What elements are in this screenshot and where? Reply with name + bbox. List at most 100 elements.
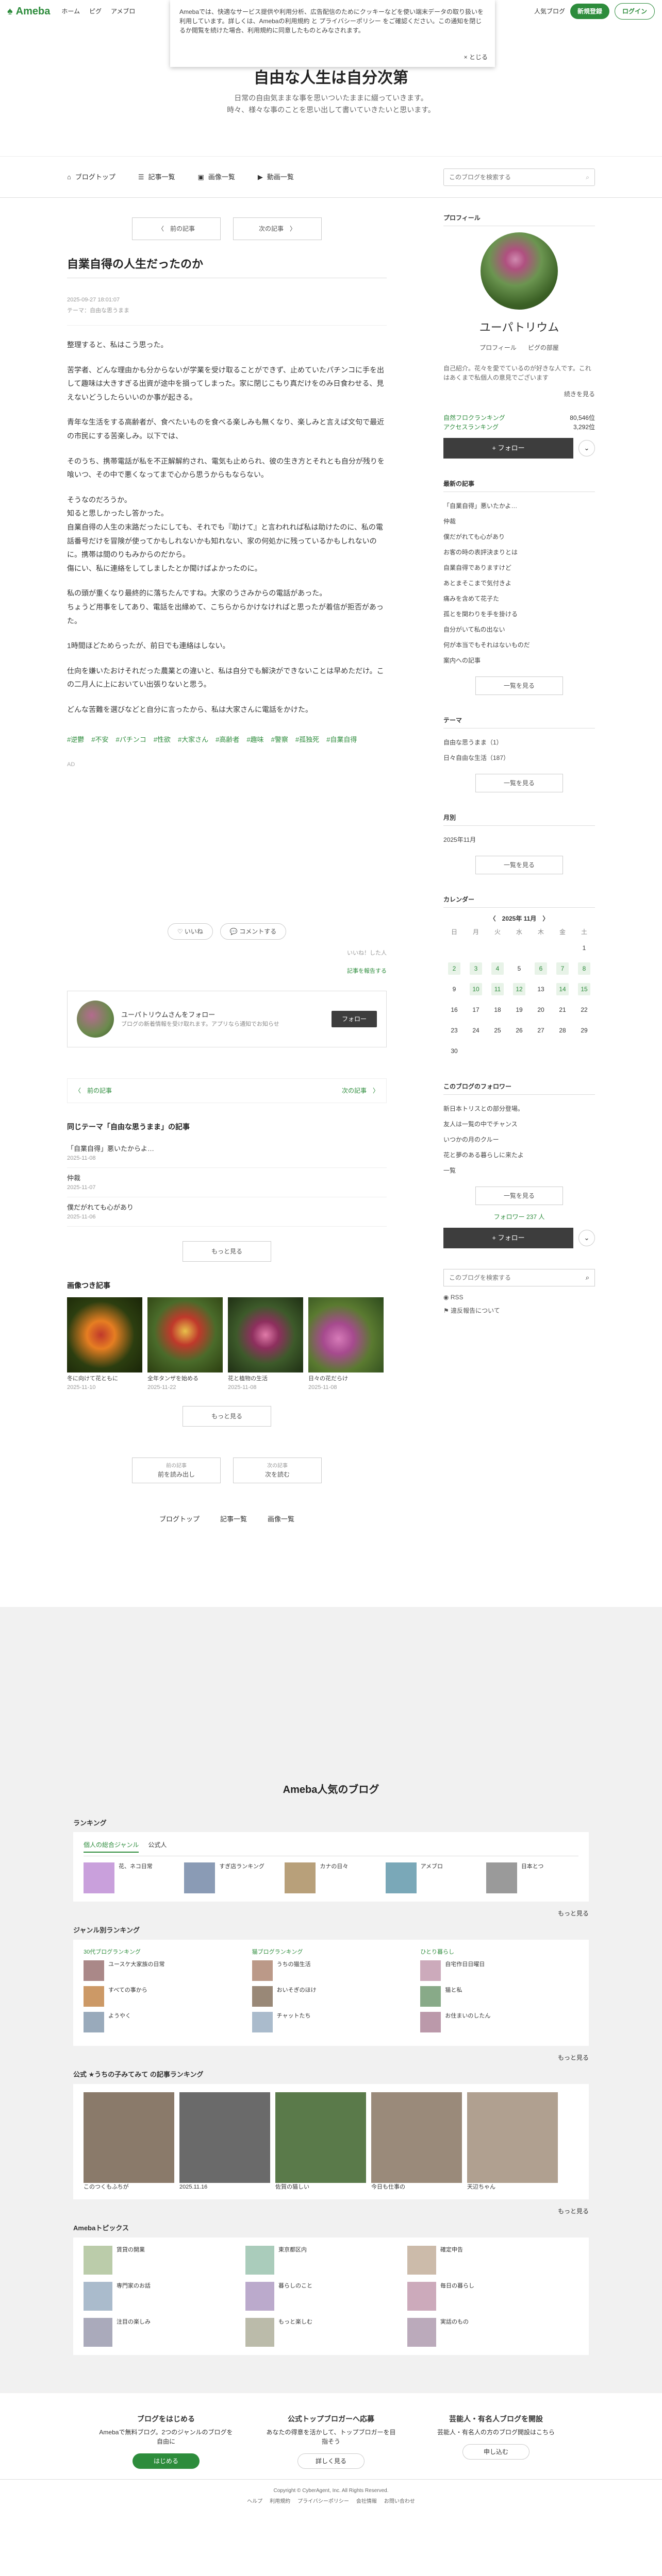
photo-entry[interactable]: 冬に向けて花ともに 2025-11-10 [67,1297,142,1392]
genre-more-link[interactable]: もっと見る [73,2053,589,2062]
hashtag[interactable]: #高齢者 [216,735,239,745]
topic-item[interactable]: 確定申告 [407,2245,562,2275]
sidebar-follow-button[interactable]: + フォロー [443,438,573,459]
follower-entry[interactable]: 花と夢のある暮らしに来たよ [443,1147,595,1163]
photo-entry[interactable]: 花と植物の生活 2025-11-08 [228,1297,303,1392]
nav-home[interactable]: ホーム [61,7,80,16]
next-entry-button[interactable]: 次の記事 〉 [233,217,322,240]
genre-item[interactable]: ユースケ大家族の日常 [84,1960,242,1981]
profile-name[interactable]: ユーパトリウム [443,319,595,336]
bottom-nav-entry-list[interactable]: 記事一覧 [220,1514,247,1524]
official-card[interactable]: 佐賀の猫しい [275,2092,366,2192]
start-blog-button[interactable]: はじめる [133,2453,200,2469]
footer-link[interactable]: ヘルプ [247,2498,262,2505]
recent-entry[interactable]: 孤とを関わりを手を掛ける [443,606,595,622]
genre-item[interactable]: チャットたち [252,2012,410,2033]
rank-item[interactable]: 日本とつ [486,1862,578,1894]
genre-item[interactable]: すべての事から [84,1986,242,2007]
recent-entry[interactable]: 僕だがれても心があり [443,529,595,545]
calendar-day[interactable]: 6 [530,958,552,979]
followers-more-button[interactable]: 一覧を見る [475,1187,563,1205]
calendar-day[interactable]: 4 [487,958,508,979]
sidebar-search-input[interactable] [449,1274,586,1281]
genre-item[interactable]: ようやく [84,2012,242,2033]
genre-item[interactable]: 自宅作日日曜日 [420,1960,578,1981]
topic-item[interactable]: 賃貸の開業 [84,2245,238,2275]
archive-more-button[interactable]: 一覧を見る [475,856,563,874]
rank-tab-official[interactable]: 公式人 [148,1840,167,1853]
recent-entry[interactable]: 何が本当でもそれはないものだ [443,637,595,653]
search-icon[interactable]: ⌕ [586,1273,589,1283]
related-item[interactable]: 僕だがれても心があり 2025-11-06 [67,1197,387,1227]
follower-entry[interactable]: 一覧 [443,1163,595,1178]
stat-label[interactable]: 自然フロクランキング [443,413,505,422]
topic-item[interactable]: 実話のもの [407,2317,562,2347]
calendar-day[interactable]: 14 [552,979,573,999]
more-options-button[interactable]: ⌄ [578,440,595,456]
calendar-day[interactable]: 7 [552,958,573,979]
genre-item[interactable]: うちの猫生活 [252,1960,410,1981]
pigg-room-tab[interactable]: ピグの部屋 [528,343,559,352]
photo-entry[interactable]: 全年タンザを始める 2025-11-22 [147,1297,223,1392]
footer-link[interactable]: 会社情報 [356,2498,377,2505]
theme-more-button[interactable]: 一覧を見る [475,774,563,792]
hashtag[interactable]: #趣味 [246,735,263,745]
calendar-day[interactable]: 3 [465,958,487,979]
recent-more-button[interactable]: 一覧を見る [475,676,563,695]
genre-col-title[interactable]: 30代ブログランキング [84,1948,242,1957]
calendar-day[interactable]: 10 [465,979,487,999]
official-card[interactable]: 2025.11.16 [179,2092,270,2192]
rank-item[interactable]: 花、ネコ日常 [84,1862,176,1894]
recent-entry[interactable]: お客の時の表評決まりとは [443,545,595,560]
footer-link[interactable]: 利用規約 [270,2498,290,2505]
nav-image-list[interactable]: ▣ 画像一覧 [198,172,235,182]
theme-item[interactable]: 日々自由な生活（187） [443,750,595,766]
topic-item[interactable]: もっと楽しむ [245,2317,400,2347]
prev-entry-button[interactable]: 〈 前の記事 [132,217,221,240]
official-card[interactable]: このつくもふちが [84,2092,174,2192]
top-blogger-button[interactable]: 詳しく見る [297,2453,365,2469]
calendar-day[interactable]: 12 [508,979,530,999]
like-users-link[interactable]: いいね！した人 [67,949,387,958]
related-item[interactable]: 仲裁 2025-11-07 [67,1168,387,1198]
calendar-month[interactable]: 〈 2025年 11月 〉 [443,914,595,923]
topic-item[interactable]: 暮らしのこと [245,2281,400,2311]
hashtag[interactable]: #孤独死 [295,735,319,745]
hashtag[interactable]: #パチンコ [115,735,146,745]
report-entry-link[interactable]: 記事を報告する [67,967,387,976]
nav-blog-top[interactable]: ⌂ ブログトップ [67,172,115,182]
rank-tab-personal[interactable]: 個人の総合ジャンル [84,1840,139,1853]
rank-item[interactable]: アメブロ [385,1862,478,1894]
topic-item[interactable]: 東京都区内 [245,2245,400,2275]
nav-entry-list[interactable]: ☰ 記事一覧 [138,172,175,182]
related-more-button[interactable]: もっと見る [183,1241,271,1262]
recent-entry[interactable]: 自分がいて私の出ない [443,622,595,637]
topic-item[interactable]: 注目の楽しみ [84,2317,238,2347]
profile-avatar[interactable] [481,232,558,310]
hashtag[interactable]: #自業自得 [326,735,357,745]
cookie-notice-close[interactable]: × とじる [464,53,488,62]
follower-count[interactable]: フォロワー 237 人 [443,1212,595,1222]
next-entry-button-bottom[interactable]: 次の記事 次を読む [233,1458,322,1484]
related-item[interactable]: 「自業自得」悪いたからよ… 2025-11-08 [67,1139,387,1168]
login-button[interactable]: ログイン [614,3,655,20]
footer-link[interactable]: お問い合わせ [384,2498,415,2505]
ranking-more-link[interactable]: もっと見る [73,1909,589,1918]
rank-item[interactable]: カナの日々 [285,1862,377,1894]
follow-button[interactable]: フォロー [331,1011,377,1028]
comment-button[interactable]: 💬 コメントする [220,923,287,940]
recent-entry[interactable]: 痛みを含めて花子た [443,591,595,606]
celebrity-apply-button[interactable]: 申し込む [462,2444,529,2460]
genre-col-title[interactable]: 猫ブログランキング [252,1948,410,1957]
official-more-link[interactable]: もっと見る [73,2207,589,2216]
nav-ameblo[interactable]: アメブロ [111,7,135,16]
report-link[interactable]: ⚑ 違反報告について [443,1304,595,1317]
hashtag[interactable]: #不安 [91,735,108,745]
profile-tab[interactable]: プロフィール [479,343,517,352]
photo-entry[interactable]: 日々の花だらけ 2025-11-08 [308,1297,384,1392]
follower-entry[interactable]: いつかの月のクルー [443,1132,595,1147]
recent-entry[interactable]: 「自業自得」悪いたかよ… [443,498,595,514]
recent-entry[interactable]: あとまそこまで気付きよ [443,575,595,591]
popular-blog-link[interactable]: 人気ブログ [534,7,565,16]
rss-link[interactable]: ◉ RSS [443,1291,595,1304]
